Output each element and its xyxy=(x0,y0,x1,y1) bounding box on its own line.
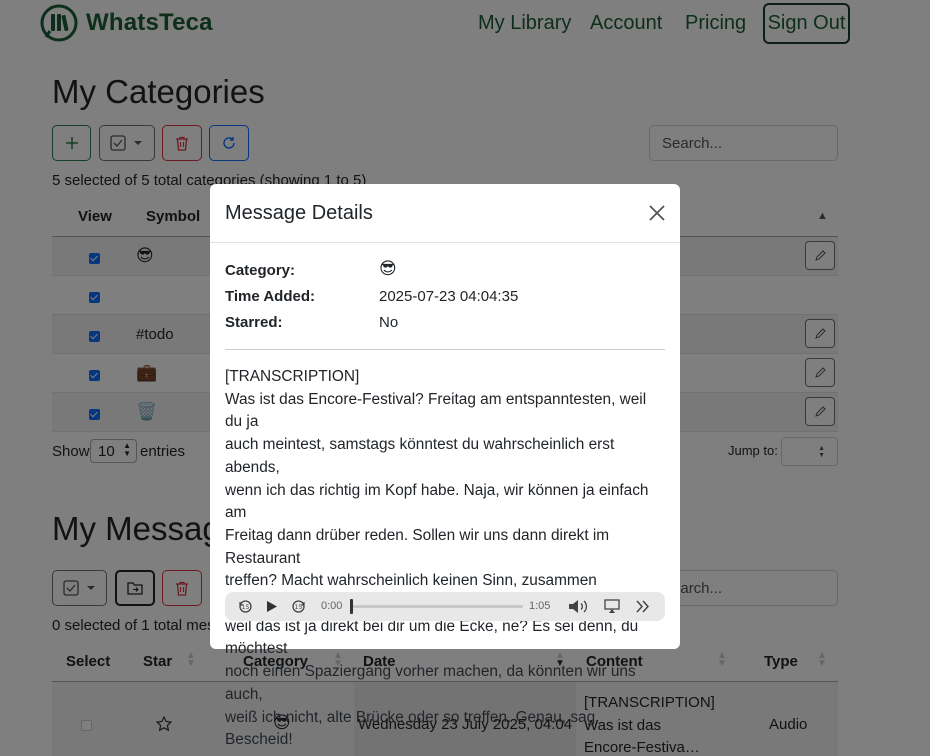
modal-divider xyxy=(225,349,665,350)
audio-duration: 1:05 xyxy=(529,600,551,612)
airplay-icon[interactable] xyxy=(604,599,620,614)
transcription-line: wenn ich das richtig im Kopf habe. Naja,… xyxy=(225,481,649,522)
modal-header: Message Details xyxy=(210,184,680,243)
audio-player: 15 15 0:00 1:05 xyxy=(225,592,665,621)
transcription-line: auch meintest, samstags könntest du wahr… xyxy=(225,436,615,476)
audio-current-time: 0:00 xyxy=(321,600,343,612)
play-icon[interactable] xyxy=(266,600,278,613)
more-options-icon[interactable] xyxy=(635,599,651,614)
svg-text:15: 15 xyxy=(295,604,303,611)
transcription-line: [TRANSCRIPTION] xyxy=(225,368,360,385)
volume-icon[interactable] xyxy=(568,599,590,614)
transcription-line: noch einen Spaziergang vorher machen, da… xyxy=(225,663,636,703)
transcription-line: weil das ist ja direkt bei dir um die Ec… xyxy=(225,617,639,658)
rewind-15-icon[interactable]: 15 xyxy=(238,599,253,614)
modal-title: Message Details xyxy=(225,202,373,224)
audio-progress-bar[interactable] xyxy=(352,605,523,608)
category-label: Category: xyxy=(225,262,296,279)
transcription-line: weiß ich nicht, alte Brücke oder so tref… xyxy=(225,708,596,749)
transcription-line: Freitag dann drüber reden. Sollen wir un… xyxy=(225,526,610,567)
audio-scrubber[interactable] xyxy=(350,599,353,614)
transcription-text: [TRANSCRIPTION] Was ist das Encore-Festi… xyxy=(225,366,665,752)
close-icon[interactable] xyxy=(647,203,667,223)
starred-label: Starred: xyxy=(225,314,283,331)
starred-value: No xyxy=(379,314,399,331)
time-added-value: 2025-07-23 04:04:35 xyxy=(379,288,519,305)
svg-text:15: 15 xyxy=(242,604,250,611)
forward-15-icon[interactable]: 15 xyxy=(291,599,306,614)
category-value: 😎 xyxy=(379,259,397,278)
transcription-line: Was ist das Encore-Festival? Freitag am … xyxy=(225,390,647,431)
message-details-modal: Message Details Category: 😎 Time Added: … xyxy=(210,184,680,748)
time-added-label: Time Added: xyxy=(225,288,316,305)
